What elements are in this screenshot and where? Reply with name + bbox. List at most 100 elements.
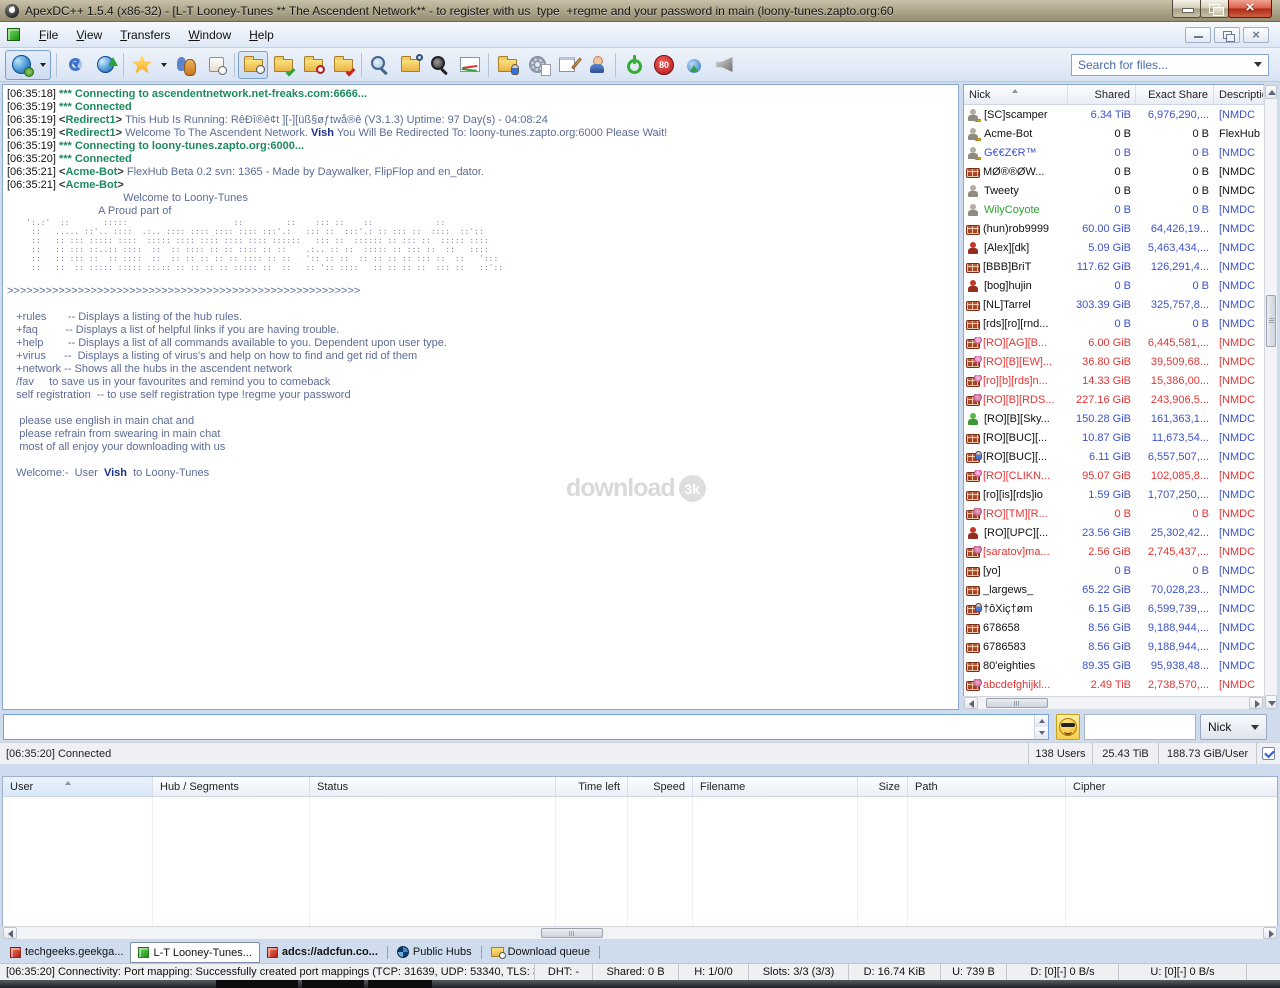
user-row[interactable]: [BBB]BriT117.62 GiB126,291,4...[NMDC — [964, 257, 1264, 276]
user-row[interactable]: [Alex][dk]5.09 GiB5,463,434,...[NMDC — [964, 238, 1264, 257]
chat-input-spinner[interactable] — [1034, 715, 1048, 739]
user-row[interactable]: [RO][B][Sky...150.28 GiB161,363,1...[NMD… — [964, 409, 1264, 428]
user-row[interactable]: [RO][CLIKN...95.07 GiB102,085,8...[NMDC — [964, 466, 1264, 485]
chat-message-input[interactable] — [6, 716, 1032, 738]
user-row[interactable]: [rds][ro][rnd...0 B0 B[NMDC — [964, 314, 1264, 333]
user-row[interactable]: _largews_65.22 GiB70,028,23...[NMDC — [964, 580, 1264, 599]
user-row[interactable]: MØ®®ØW...0 B0 B[NMDC — [964, 162, 1264, 181]
download-queue-button[interactable] — [238, 51, 268, 79]
menu-item-help[interactable]: Help — [240, 25, 283, 45]
search-button[interactable] — [365, 51, 395, 79]
reconnect-button[interactable] — [60, 51, 90, 79]
tab-public-hubs[interactable]: Public Hubs — [390, 942, 479, 962]
user-row[interactable]: [ro][b][rds]n...14.33 GiB15,386,00...[NM… — [964, 371, 1264, 390]
scroll-left-button[interactable] — [3, 927, 17, 939]
update-check-button[interactable] — [679, 51, 709, 79]
scroll-up-button[interactable] — [1265, 85, 1277, 99]
user-row[interactable]: WilyCoyote0 B0 B[NMDC — [964, 200, 1264, 219]
menu-item-window[interactable]: Window — [179, 25, 240, 45]
transfers-column-hub-segments[interactable]: Hub / Segments — [153, 777, 310, 796]
shutdown-button[interactable] — [619, 51, 649, 79]
user-list-column-shared[interactable]: Shared — [1068, 85, 1136, 104]
user-row[interactable]: 6786588.56 GiB9,188,944,...[NMDC — [964, 618, 1264, 637]
favorite-hubs-menu-button[interactable] — [157, 51, 171, 79]
filter-column-combo[interactable]: Nick — [1200, 714, 1267, 740]
restore-button[interactable] — [1200, 0, 1229, 18]
scroll-down-button[interactable] — [1265, 695, 1277, 709]
mdi-restore-button[interactable] — [1214, 27, 1240, 43]
user-row[interactable]: [RO][AG][B...6.00 GiB6,445,581,...[NMDC — [964, 333, 1264, 352]
mdi-minimize-button[interactable] — [1185, 27, 1211, 43]
favorite-users-button[interactable] — [171, 51, 201, 79]
connect-menu-button[interactable] — [36, 51, 50, 79]
transfers-column-user[interactable]: User — [3, 777, 153, 796]
user-row[interactable]: G€€Z€R™0 B0 B[NMDC — [964, 143, 1264, 162]
user-row[interactable]: [RO][B][EW]...36.80 GiB39,509,68...[NMDC — [964, 352, 1264, 371]
user-row[interactable]: [RO][UPC][...23.56 GiB25,302,42...[NMDC — [964, 523, 1264, 542]
transfers-horizontal-scrollbar[interactable] — [2, 926, 1278, 940]
close-button[interactable] — [1228, 0, 1272, 18]
user-filter-input[interactable] — [1084, 714, 1196, 740]
user-list-horizontal-scrollbar[interactable] — [963, 696, 1264, 710]
tab-adcs-adcfun-co-[interactable]: adcs://adcfun.co... — [260, 942, 385, 962]
transfers-column-size[interactable]: Size — [858, 777, 908, 796]
tab-techgeeks-geekga-[interactable]: techgeeks.geekga... — [3, 942, 130, 962]
user-row[interactable]: abcdefghijkl...2.49 TiB2,738,570,...[NMD… — [964, 675, 1264, 694]
menu-item-file[interactable]: File — [30, 25, 67, 45]
user-row[interactable]: 80'eighties89.35 GiB95,938,48...[NMDC — [964, 656, 1264, 675]
user-row[interactable]: [SC]scamper6.34 TiB6,976,290,...[NMDC — [964, 105, 1264, 124]
open-file-list-button[interactable] — [492, 51, 522, 79]
user-row[interactable]: [RO][BUC][...10.87 GiB11,673,54...[NMDC — [964, 428, 1264, 447]
transfers-column-path[interactable]: Path — [908, 777, 1066, 796]
user-row[interactable]: [ro][is][rds]io1.59 GiB1,707,250,...[NMD… — [964, 485, 1264, 504]
transfers-column-filename[interactable]: Filename — [693, 777, 858, 796]
user-row[interactable]: [saratov]ma...2.56 GiB2,745,437,...[NMDC — [964, 542, 1264, 561]
user-row[interactable]: [RO][BUC][...6.11 GiB6,557,507,...[NMDC — [964, 447, 1264, 466]
user-row[interactable]: Tweety0 B0 B[NMDC — [964, 181, 1264, 200]
connect-button[interactable] — [6, 51, 36, 79]
minimize-button[interactable] — [1172, 0, 1201, 18]
user-row[interactable]: Acme-Bot0 B0 BFlexHub — [964, 124, 1264, 143]
user-list-column-description[interactable]: Description — [1214, 85, 1264, 104]
scroll-right-button[interactable] — [1263, 927, 1277, 939]
favorite-hubs-button[interactable] — [127, 51, 157, 79]
user-list-vertical-scrollbar[interactable] — [1264, 84, 1278, 710]
search-dropdown-arrow-icon[interactable] — [1254, 62, 1262, 71]
scrollbar-thumb[interactable] — [1266, 295, 1276, 347]
settings-button[interactable] — [522, 51, 552, 79]
transfers-column-time-left[interactable]: Time left — [556, 777, 628, 796]
tab-l-t-looney-tunes-[interactable]: L-T Looney-Tunes... — [130, 942, 259, 963]
finished-uploads-button[interactable] — [328, 51, 358, 79]
user-row[interactable]: [yo]0 B0 B[NMDC — [964, 561, 1264, 580]
scrollbar-thumb[interactable] — [986, 698, 1048, 708]
search-input[interactable] — [1078, 58, 1254, 72]
scroll-left-button[interactable] — [964, 697, 978, 709]
transfers-column-status[interactable]: Status — [310, 777, 556, 796]
user-row[interactable]: [bog]hujin0 B0 B[NMDC — [964, 276, 1264, 295]
notepad-button[interactable] — [552, 51, 582, 79]
finished-downloads-button[interactable] — [268, 51, 298, 79]
user-row[interactable]: (hun)rob999960.00 GiB64,426,19...[NMDC — [964, 219, 1264, 238]
waiting-users-button[interactable] — [298, 51, 328, 79]
user-row[interactable]: [NL]Tarrel303.39 GiB325,757,8...[NMDC — [964, 295, 1264, 314]
menu-item-transfers[interactable]: Transfers — [111, 25, 179, 45]
scroll-right-button[interactable] — [1249, 697, 1263, 709]
tab-download-queue[interactable]: Download queue — [484, 942, 598, 962]
search-spy-button[interactable] — [425, 51, 455, 79]
transfers-column-cipher[interactable]: Cipher — [1066, 777, 1278, 796]
user-row[interactable]: †ôXiç†øm6.15 GiB6,599,739,...[NMDC — [964, 599, 1264, 618]
recent-hubs-button[interactable] — [201, 51, 231, 79]
follow-redirect-button[interactable] — [90, 51, 120, 79]
user-list-column-exact-share[interactable]: Exact Share — [1136, 85, 1214, 104]
mdi-close-button[interactable] — [1243, 27, 1269, 43]
spinner-up-icon[interactable] — [1035, 715, 1048, 727]
transfers-column-speed[interactable]: Speed — [628, 777, 693, 796]
scrollbar-thumb[interactable] — [541, 928, 603, 938]
menu-item-view[interactable]: View — [67, 25, 111, 45]
show-joins-checkbox[interactable] — [1262, 747, 1275, 760]
away-button[interactable] — [582, 51, 612, 79]
spinner-down-icon[interactable] — [1035, 727, 1048, 739]
network-stats-button[interactable] — [455, 51, 485, 79]
user-row[interactable]: [RO][B][RDS...227.16 GiB243,906,5...[NMD… — [964, 390, 1264, 409]
limiter-button[interactable]: 80 — [649, 51, 679, 79]
